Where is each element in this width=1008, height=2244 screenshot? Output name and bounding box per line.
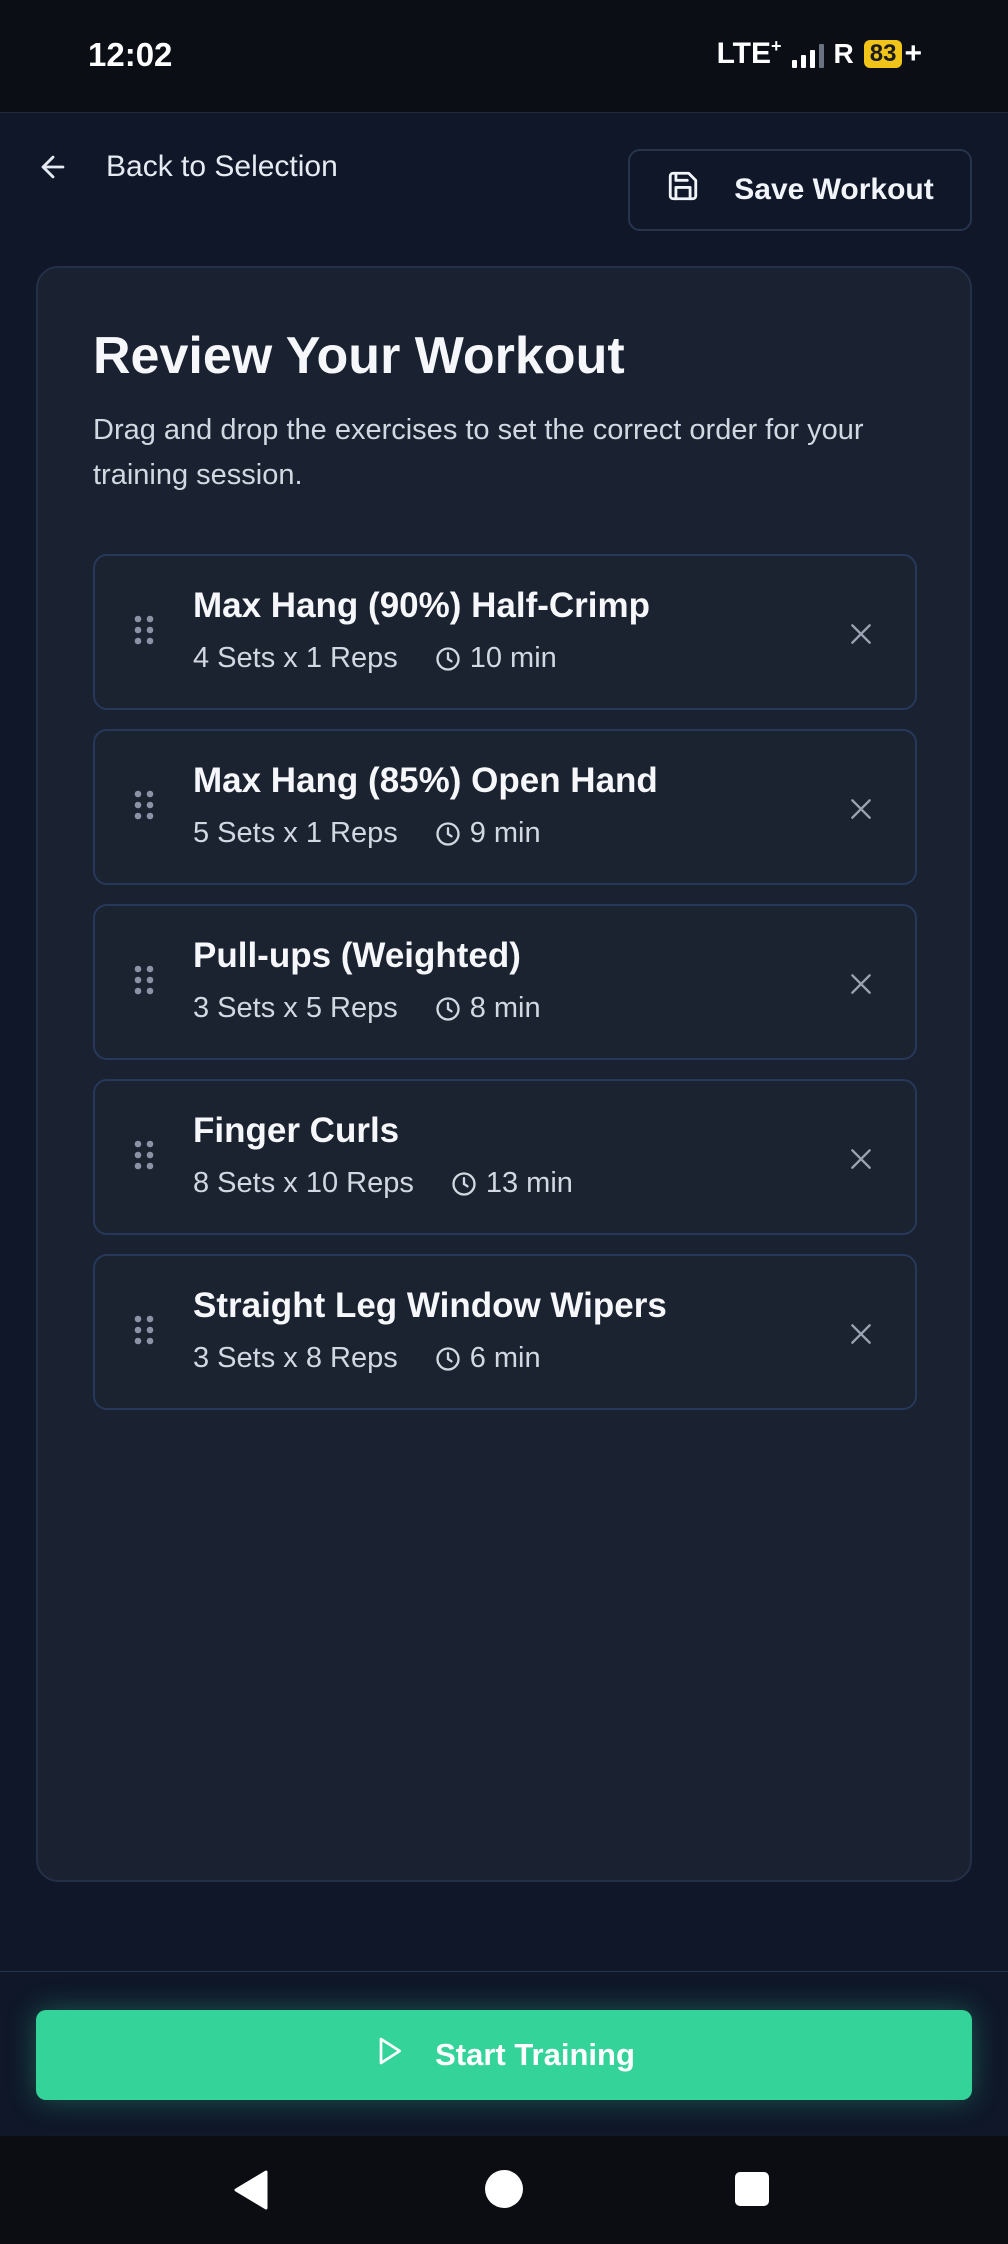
exercise-duration: 8 min	[469, 992, 541, 1024]
exercise-item[interactable]: Straight Leg Window Wipers 3 Sets x 8 Re…	[93, 1254, 917, 1410]
page-title: Review Your Workout	[93, 327, 625, 385]
exercise-item[interactable]: Pull-ups (Weighted) 3 Sets x 5 Reps 8 mi…	[93, 904, 917, 1060]
exercise-name: Max Hang (85%) Open Hand	[193, 761, 658, 800]
status-bar: 12:02 LTE+ R 83 +	[0, 0, 1008, 113]
review-card: Review Your Workout Drag and drop the ex…	[36, 266, 972, 1882]
charging-indicator: +	[904, 36, 922, 70]
remove-exercise-button[interactable]	[841, 1314, 881, 1354]
roaming-indicator: R	[833, 37, 854, 69]
back-to-selection-link[interactable]: Back to Selection	[36, 150, 338, 184]
nav-recents-icon[interactable]	[735, 2172, 769, 2206]
exercise-duration: 10 min	[469, 642, 557, 674]
exercise-list: Max Hang (90%) Half-Crimp 4 Sets x 1 Rep…	[93, 554, 917, 1429]
exercise-item[interactable]: Finger Curls 8 Sets x 10 Reps 13 min	[93, 1079, 917, 1235]
exercise-name: Pull-ups (Weighted)	[193, 936, 521, 975]
status-time: 12:02	[88, 36, 173, 73]
floppy-disk-icon	[666, 169, 700, 211]
exercise-sets-reps: 3 Sets x 5 Reps	[193, 992, 398, 1024]
drag-handle-icon[interactable]	[133, 964, 155, 1009]
status-indicators: LTE+ R 83 +	[717, 36, 922, 71]
clock-icon	[434, 820, 462, 848]
back-label: Back to Selection	[106, 150, 338, 183]
battery-icon: 83 +	[863, 36, 922, 71]
nav-back-icon[interactable]	[232, 2170, 270, 2215]
play-icon	[373, 2034, 405, 2076]
page-description: Drag and drop the exercises to set the c…	[93, 414, 864, 491]
remove-exercise-button[interactable]	[841, 789, 881, 829]
clock-icon	[434, 1345, 462, 1373]
save-label: Save Workout	[734, 173, 934, 206]
exercise-duration: 9 min	[469, 817, 541, 849]
start-training-label: Start Training	[435, 2037, 635, 2072]
drag-handle-icon[interactable]	[133, 1139, 155, 1184]
close-icon	[851, 974, 871, 994]
drag-handle-icon[interactable]	[133, 614, 155, 659]
close-icon	[851, 1324, 871, 1344]
signal-icon	[791, 40, 824, 68]
drag-handle-icon[interactable]	[133, 789, 155, 834]
exercise-meta: 3 Sets x 5 Reps 8 min	[193, 992, 541, 1025]
close-icon	[851, 624, 871, 644]
network-type: LTE+	[716, 36, 782, 70]
exercise-name: Max Hang (90%) Half-Crimp	[193, 586, 651, 625]
exercise-meta: 4 Sets x 1 Reps 10 min	[193, 642, 557, 675]
start-training-button[interactable]: Start Training	[36, 2010, 972, 2100]
system-navigation-bar	[0, 2136, 1008, 2244]
exercise-name: Straight Leg Window Wipers	[193, 1286, 667, 1325]
exercise-duration: 13 min	[485, 1167, 573, 1199]
exercise-sets-reps: 8 Sets x 10 Reps	[193, 1167, 414, 1199]
close-icon	[851, 799, 871, 819]
clock-icon	[434, 645, 462, 673]
remove-exercise-button[interactable]	[841, 614, 881, 654]
remove-exercise-button[interactable]	[841, 1139, 881, 1179]
save-workout-button[interactable]: Save Workout	[628, 149, 972, 231]
exercise-name: Finger Curls	[193, 1111, 400, 1150]
arrow-left-icon	[36, 150, 70, 184]
close-icon	[851, 1149, 871, 1169]
exercise-meta: 8 Sets x 10 Reps 13 min	[193, 1167, 573, 1200]
exercise-meta: 5 Sets x 1 Reps 9 min	[193, 817, 541, 850]
exercise-sets-reps: 3 Sets x 8 Reps	[193, 1342, 398, 1374]
exercise-item[interactable]: Max Hang (85%) Open Hand 5 Sets x 1 Reps…	[93, 729, 917, 885]
clock-icon	[450, 1170, 478, 1198]
exercise-sets-reps: 5 Sets x 1 Reps	[193, 817, 398, 849]
battery-level: 83	[863, 39, 903, 68]
exercise-sets-reps: 4 Sets x 1 Reps	[193, 642, 398, 674]
clock-icon	[434, 995, 462, 1023]
drag-handle-icon[interactable]	[133, 1314, 155, 1359]
exercise-duration: 6 min	[469, 1342, 541, 1374]
nav-home-icon[interactable]	[485, 2170, 523, 2208]
exercise-item[interactable]: Max Hang (90%) Half-Crimp 4 Sets x 1 Rep…	[93, 554, 917, 710]
remove-exercise-button[interactable]	[841, 964, 881, 1004]
exercise-meta: 3 Sets x 8 Reps 6 min	[193, 1342, 541, 1375]
